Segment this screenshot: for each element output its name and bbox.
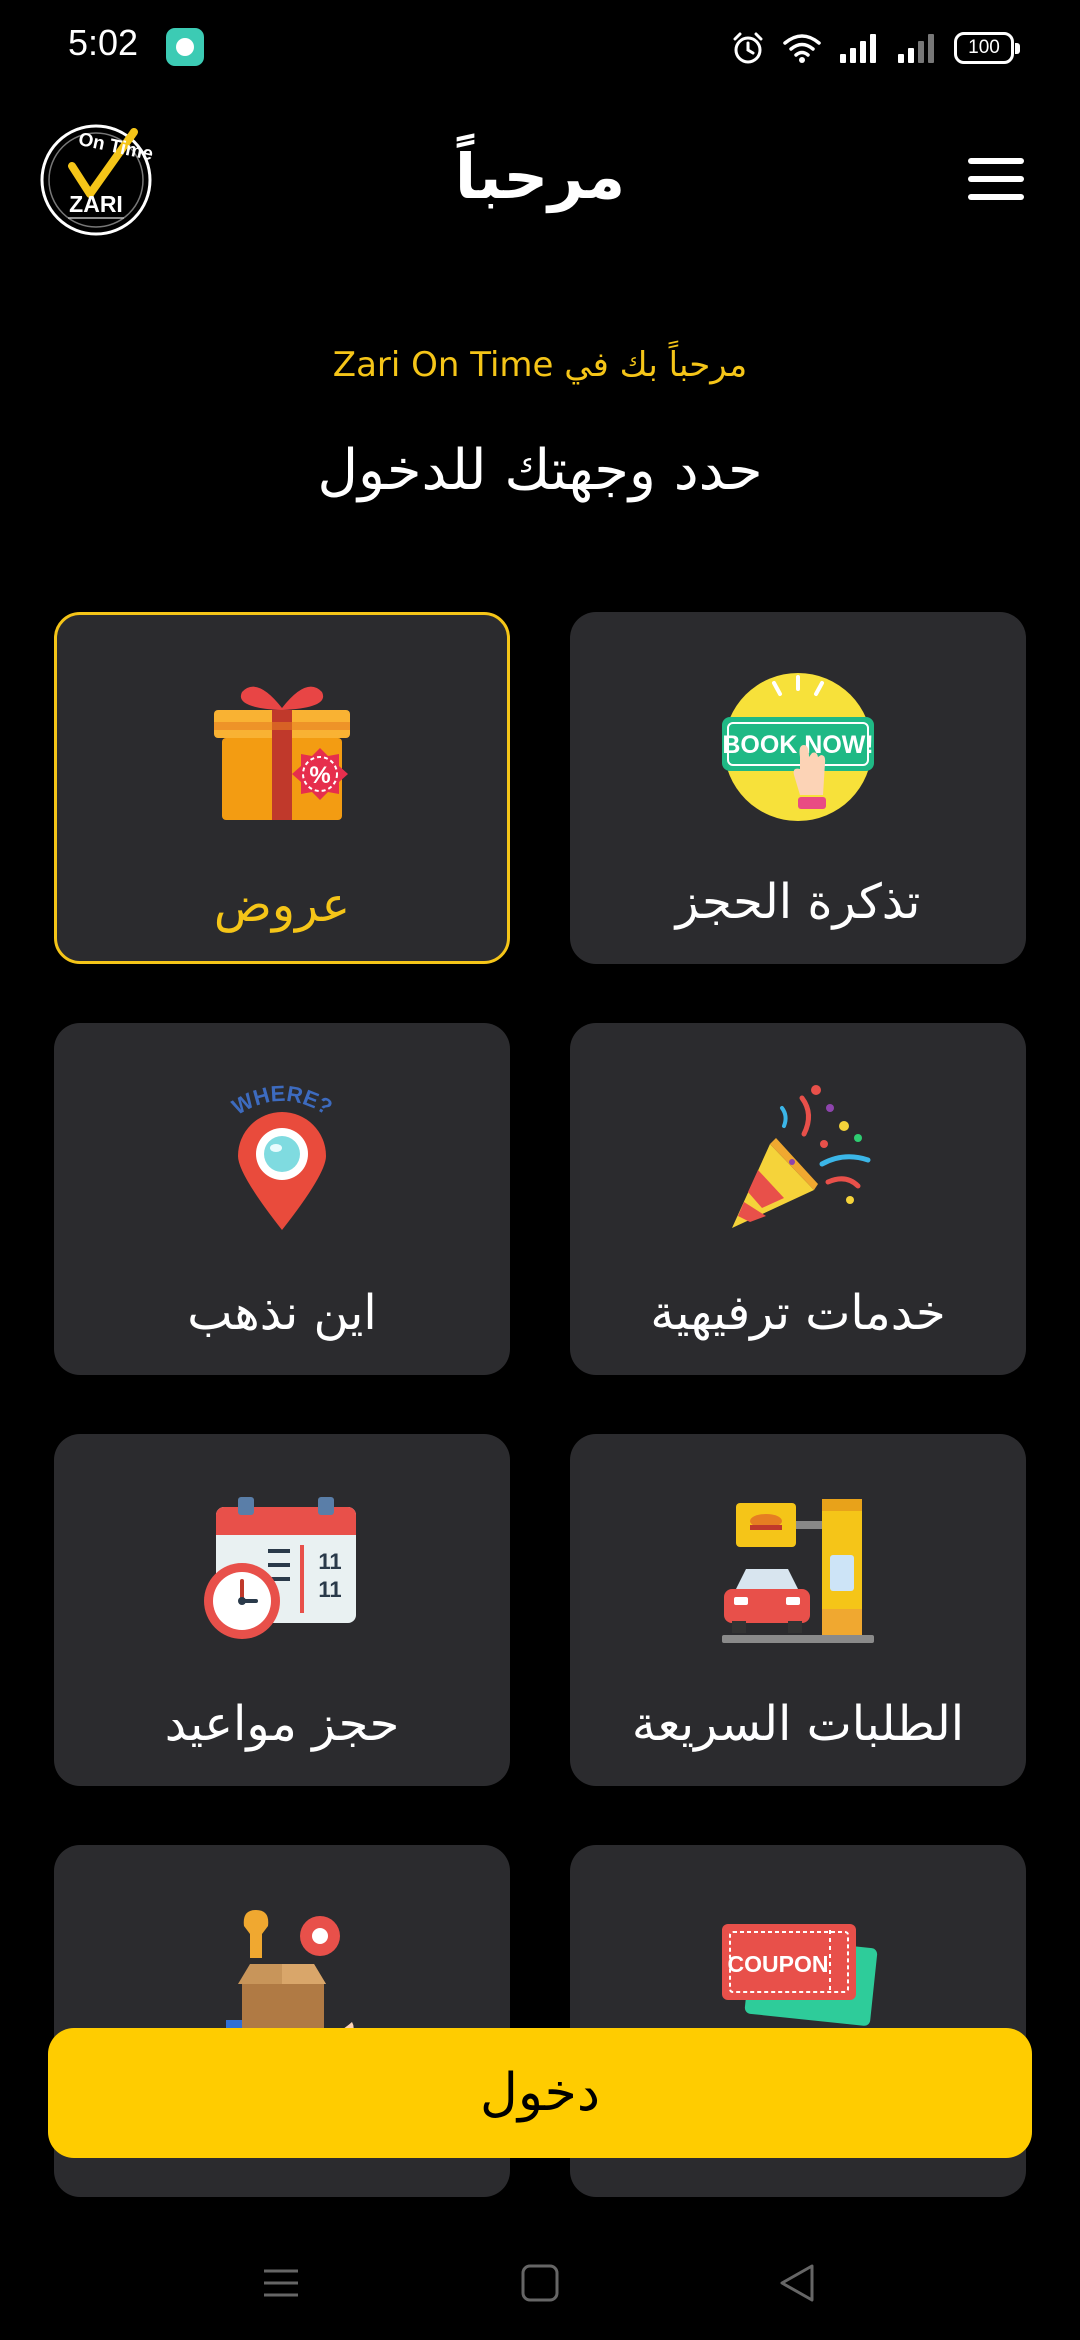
login-button[interactable]: دخول bbox=[48, 2028, 1032, 2158]
destination-heading: حدد وجهتك للدخول bbox=[317, 438, 763, 503]
menu-button[interactable] bbox=[968, 158, 1024, 202]
menu-bar-bottom bbox=[968, 194, 1024, 200]
svg-text:11: 11 bbox=[318, 1549, 341, 1574]
where-location-pin-icon: WHERE? bbox=[228, 1081, 337, 1230]
card-offers[interactable]: % عروض bbox=[54, 612, 510, 964]
system-navigation-bar bbox=[0, 2230, 1080, 2340]
card-label: اين نذهب bbox=[187, 1285, 377, 1341]
notification-app-icon bbox=[166, 28, 204, 66]
menu-bar-middle bbox=[968, 176, 1024, 182]
battery-icon: 100 bbox=[954, 32, 1020, 64]
recent-apps-icon[interactable] bbox=[256, 2258, 306, 2308]
welcome-text: مرحباً بك في Zari On Time bbox=[332, 345, 748, 385]
svg-text:BOOK NOW!: BOOK NOW! bbox=[722, 731, 873, 759]
card-label: عروض bbox=[213, 877, 351, 933]
book-now-icon: BOOK NOW! bbox=[722, 673, 874, 821]
alarm-icon bbox=[733, 32, 763, 64]
card-appointments[interactable]: 11 11 حجز مواعيد bbox=[54, 1434, 510, 1786]
gift-discount-icon: % bbox=[214, 686, 350, 820]
svg-text:%: % bbox=[309, 762, 330, 789]
card-quick-orders[interactable]: الطلبات السريعة bbox=[570, 1434, 1026, 1786]
drive-thru-icon bbox=[722, 1499, 874, 1643]
back-icon[interactable] bbox=[772, 2258, 822, 2308]
card-entertainment[interactable]: خدمات ترفيهية bbox=[570, 1023, 1026, 1375]
status-bar: 5:02 100 bbox=[0, 0, 1080, 96]
battery-level: 100 bbox=[968, 37, 1000, 58]
signal-strength-secondary-icon bbox=[898, 34, 934, 63]
page-title: مرحباً bbox=[454, 140, 626, 213]
card-label: خدمات ترفيهية bbox=[650, 1285, 946, 1341]
card-label: حجز مواعيد bbox=[164, 1696, 400, 1752]
card-booking-ticket[interactable]: BOOK NOW! تذكرة الحجز bbox=[570, 612, 1026, 964]
status-icons: 100 bbox=[730, 28, 1020, 68]
screen: 5:02 100 On Time ZARI مرحباً مرحباً بك ف… bbox=[0, 0, 1080, 2340]
signal-strength-icon bbox=[840, 34, 876, 63]
app-header: On Time ZARI مرحباً bbox=[0, 110, 1080, 250]
card-where-to-go[interactable]: WHERE? اين نذهب bbox=[54, 1023, 510, 1375]
svg-text:COUPON: COUPON bbox=[728, 1951, 829, 1977]
menu-bar-top bbox=[968, 158, 1024, 164]
calendar-clock-icon: 11 11 bbox=[204, 1497, 356, 1639]
svg-text:11: 11 bbox=[318, 1577, 341, 1602]
status-time: 5:02 bbox=[68, 22, 139, 63]
card-label: تذكرة الحجز bbox=[675, 874, 921, 930]
card-label: الطلبات السريعة bbox=[631, 1696, 965, 1752]
home-icon[interactable] bbox=[515, 2258, 565, 2308]
wifi-icon bbox=[783, 34, 821, 63]
party-popper-icon bbox=[732, 1085, 871, 1228]
